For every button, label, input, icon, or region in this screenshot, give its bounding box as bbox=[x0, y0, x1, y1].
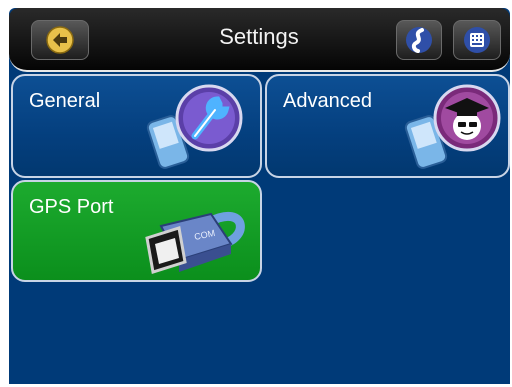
tile-gps-port-label: GPS Port bbox=[29, 196, 114, 218]
header-bar: Settings bbox=[9, 8, 510, 72]
tile-advanced-label: Advanced bbox=[283, 90, 372, 112]
tile-advanced[interactable]: Advanced bbox=[265, 74, 510, 178]
route-button[interactable] bbox=[396, 20, 442, 60]
page-title: Settings bbox=[219, 24, 299, 49]
graduate-icon bbox=[404, 84, 501, 169]
tile-gps-port[interactable]: GPS Port COM bbox=[11, 180, 262, 282]
route-icon bbox=[406, 27, 432, 53]
settings-screen: Settings General Advanced GPS Port COM bbox=[9, 8, 510, 384]
back-arrow-icon bbox=[46, 26, 74, 54]
tile-general-label: General bbox=[29, 90, 101, 112]
back-button[interactable] bbox=[31, 20, 89, 60]
keyboard-button[interactable] bbox=[453, 20, 501, 60]
com-port-icon: COM bbox=[145, 211, 245, 274]
tile-general[interactable]: General bbox=[11, 74, 262, 178]
keyboard-icon bbox=[464, 27, 490, 53]
wrench-icon bbox=[146, 84, 243, 169]
